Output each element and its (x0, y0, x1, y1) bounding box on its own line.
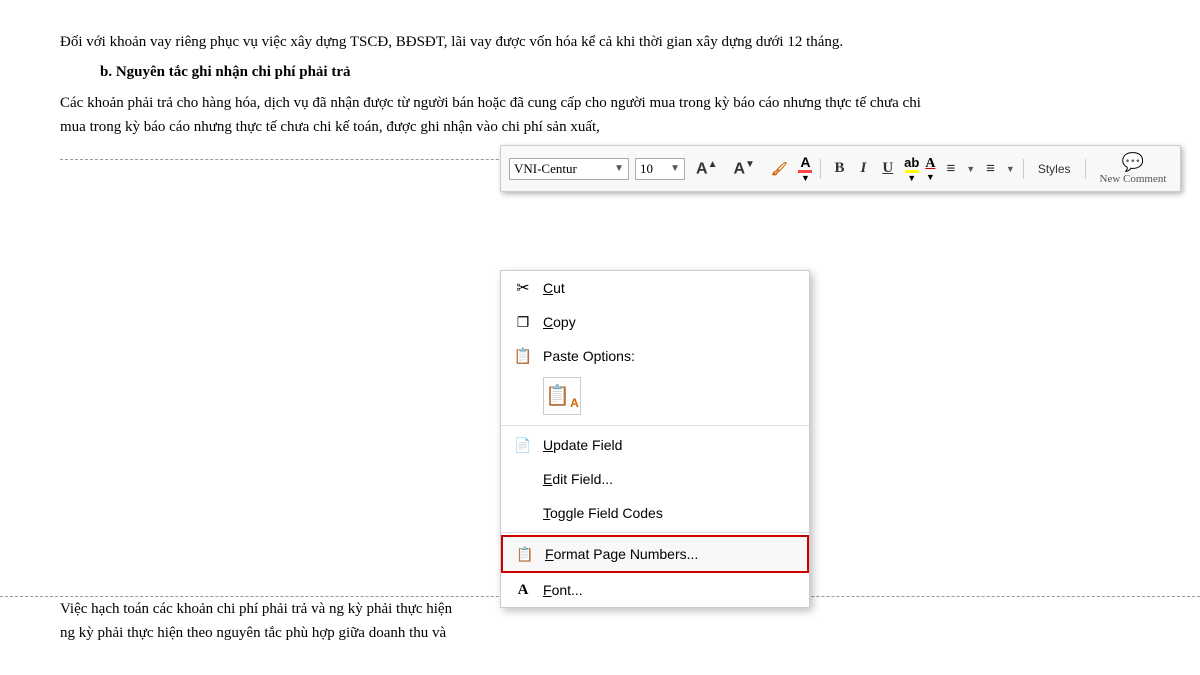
italic-button[interactable]: I (855, 157, 871, 180)
font-grow-button[interactable]: A▲ (691, 156, 722, 181)
heading-b: b. Nguyên tắc ghi nhận chi phí phải trả (100, 64, 1140, 81)
new-comment-button[interactable]: 💬 New Comment (1094, 150, 1173, 187)
menu-item-cut[interactable]: ✂ Cut (501, 271, 809, 305)
copy-icon: ❐ (513, 312, 533, 332)
paste-keep-source-button[interactable]: 📋A (543, 377, 581, 415)
separator-3 (1085, 159, 1086, 179)
menu-item-edit-field[interactable]: Edit Field... (501, 462, 809, 496)
update-field-icon: 📄 (513, 435, 533, 455)
cut-icon: ✂ (513, 278, 533, 298)
font-shrink-button[interactable]: A▼ (728, 156, 759, 181)
update-field-label: Update Field (543, 437, 797, 453)
font-menu-icon: A (513, 580, 533, 600)
paragraph-2: Các khoản phải trả cho hàng hóa, dịch vụ… (60, 91, 1140, 139)
font-color-button[interactable]: A ▼ (798, 154, 812, 183)
numbered-list-button[interactable]: ≡ (981, 157, 1000, 180)
context-menu: ✂ Cut ❐ Copy 📋 Paste Options: 📋A 📄 Updat… (500, 270, 810, 608)
menu-item-format-page-numbers[interactable]: 📋 Format Page Numbers... (501, 535, 809, 573)
format-page-numbers-label: Format Page Numbers... (545, 546, 795, 562)
format-page-numbers-icon: 📋 (515, 544, 535, 564)
copy-label: Copy (543, 314, 797, 330)
separator-before-format (501, 532, 809, 533)
font-name-arrow: ▼ (614, 163, 624, 174)
menu-item-copy[interactable]: ❐ Copy (501, 305, 809, 339)
separator-2 (1023, 159, 1024, 179)
font-size-dropdown[interactable]: 10 ▼ (635, 158, 685, 180)
separator-1 (820, 159, 821, 179)
font-size-arrow: ▼ (670, 163, 680, 174)
edit-field-label: Edit Field... (543, 471, 797, 487)
bullet-list-button[interactable]: ≡ (941, 157, 960, 180)
underline-button[interactable]: U (877, 157, 898, 180)
toggle-field-icon (513, 503, 533, 523)
paste-options-label: Paste Options: (543, 348, 635, 364)
floating-toolbar: VNI-Centur ▼ 10 ▼ A▲ A▼ 🖌 A ▼ B I U ab ▼… (500, 145, 1181, 192)
bold-button[interactable]: B (829, 157, 849, 180)
text-color-button[interactable]: A ▼ (925, 156, 935, 182)
cut-label: Cut (543, 280, 797, 296)
styles-button[interactable]: Styles (1032, 159, 1077, 179)
menu-item-toggle-field-codes[interactable]: Toggle Field Codes (501, 496, 809, 530)
new-comment-icon: 💬 (1122, 152, 1144, 173)
format-paint-button[interactable]: 🖌 (766, 158, 793, 180)
font-menu-label: Font... (543, 582, 797, 598)
paragraph-1: Đối với khoản vay riêng phục vụ việc xây… (60, 30, 1140, 54)
paste-options-header: 📋 Paste Options: (501, 339, 809, 373)
highlight-color-button[interactable]: ab ▼ (904, 155, 919, 183)
separator-after-paste (501, 425, 809, 426)
edit-field-icon (513, 469, 533, 489)
paste-options-icons-row: 📋A (501, 373, 809, 423)
paste-options-icon: 📋 (513, 346, 533, 366)
toggle-field-label: Toggle Field Codes (543, 505, 797, 521)
menu-item-font[interactable]: A Font... (501, 573, 809, 607)
menu-item-update-field[interactable]: 📄 Update Field (501, 428, 809, 462)
font-name-dropdown[interactable]: VNI-Centur ▼ (509, 158, 629, 180)
